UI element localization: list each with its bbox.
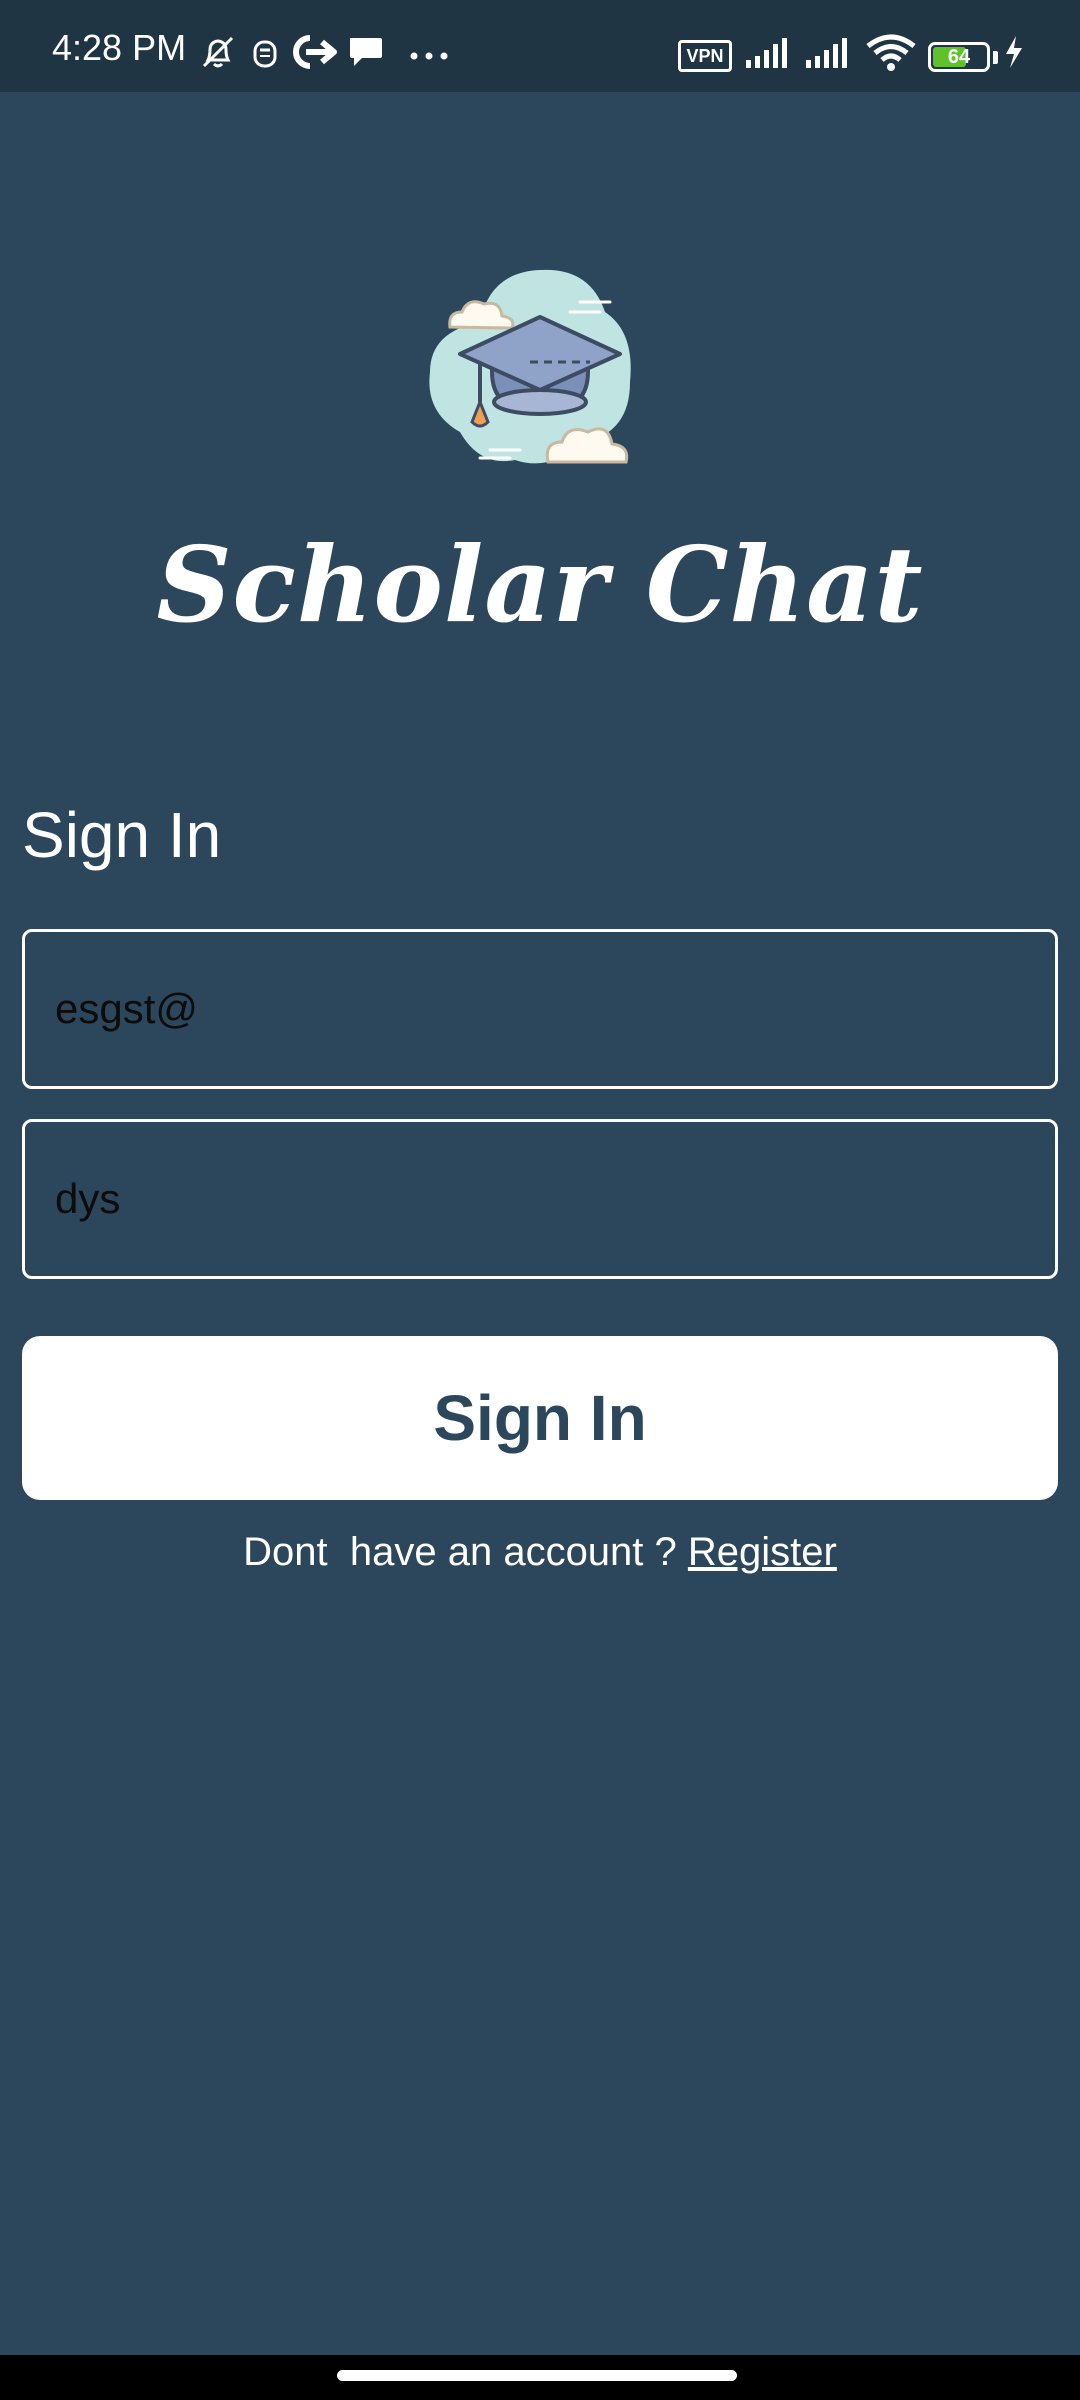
status-bar: 4:28 PM VPN 64 [0, 0, 1080, 92]
sign-in-button[interactable]: Sign In [22, 1336, 1058, 1500]
password-input[interactable] [25, 1122, 1055, 1276]
register-link[interactable]: Register [688, 1530, 837, 1574]
email-field[interactable] [22, 929, 1058, 1089]
battery-icon: 64 [928, 42, 990, 72]
register-prompt-text: Dont have an account ? [243, 1530, 688, 1574]
charging-icon [1006, 36, 1022, 68]
signal-icon [746, 38, 787, 68]
battery-level: 64 [947, 46, 971, 68]
graduation-cap-icon [429, 269, 631, 464]
battery-nub [993, 51, 998, 64]
email-input[interactable] [25, 932, 1055, 1086]
status-time: 4:28 PM [52, 27, 187, 68]
wifi-icon [866, 34, 916, 71]
vpn-badge: VPN [678, 40, 732, 72]
bell-muted-icon [202, 36, 234, 68]
notification-icon [253, 40, 277, 68]
sign-in-screen: 4:28 PM VPN 64 Scholar Chat Sign In esgs… [0, 0, 1080, 2400]
more-icon [410, 52, 448, 60]
navigation-bar [0, 2355, 1080, 2400]
app-title: Scholar Chat [156, 523, 924, 646]
sign-in-heading: Sign In [22, 799, 222, 871]
password-field[interactable] [22, 1119, 1058, 1279]
chat-icon [350, 38, 382, 66]
arrow-icon [293, 35, 337, 69]
signal-icon [806, 38, 847, 68]
register-prompt: Dont have an account ? Register [0, 1524, 1080, 1580]
home-indicator[interactable] [337, 2370, 737, 2381]
